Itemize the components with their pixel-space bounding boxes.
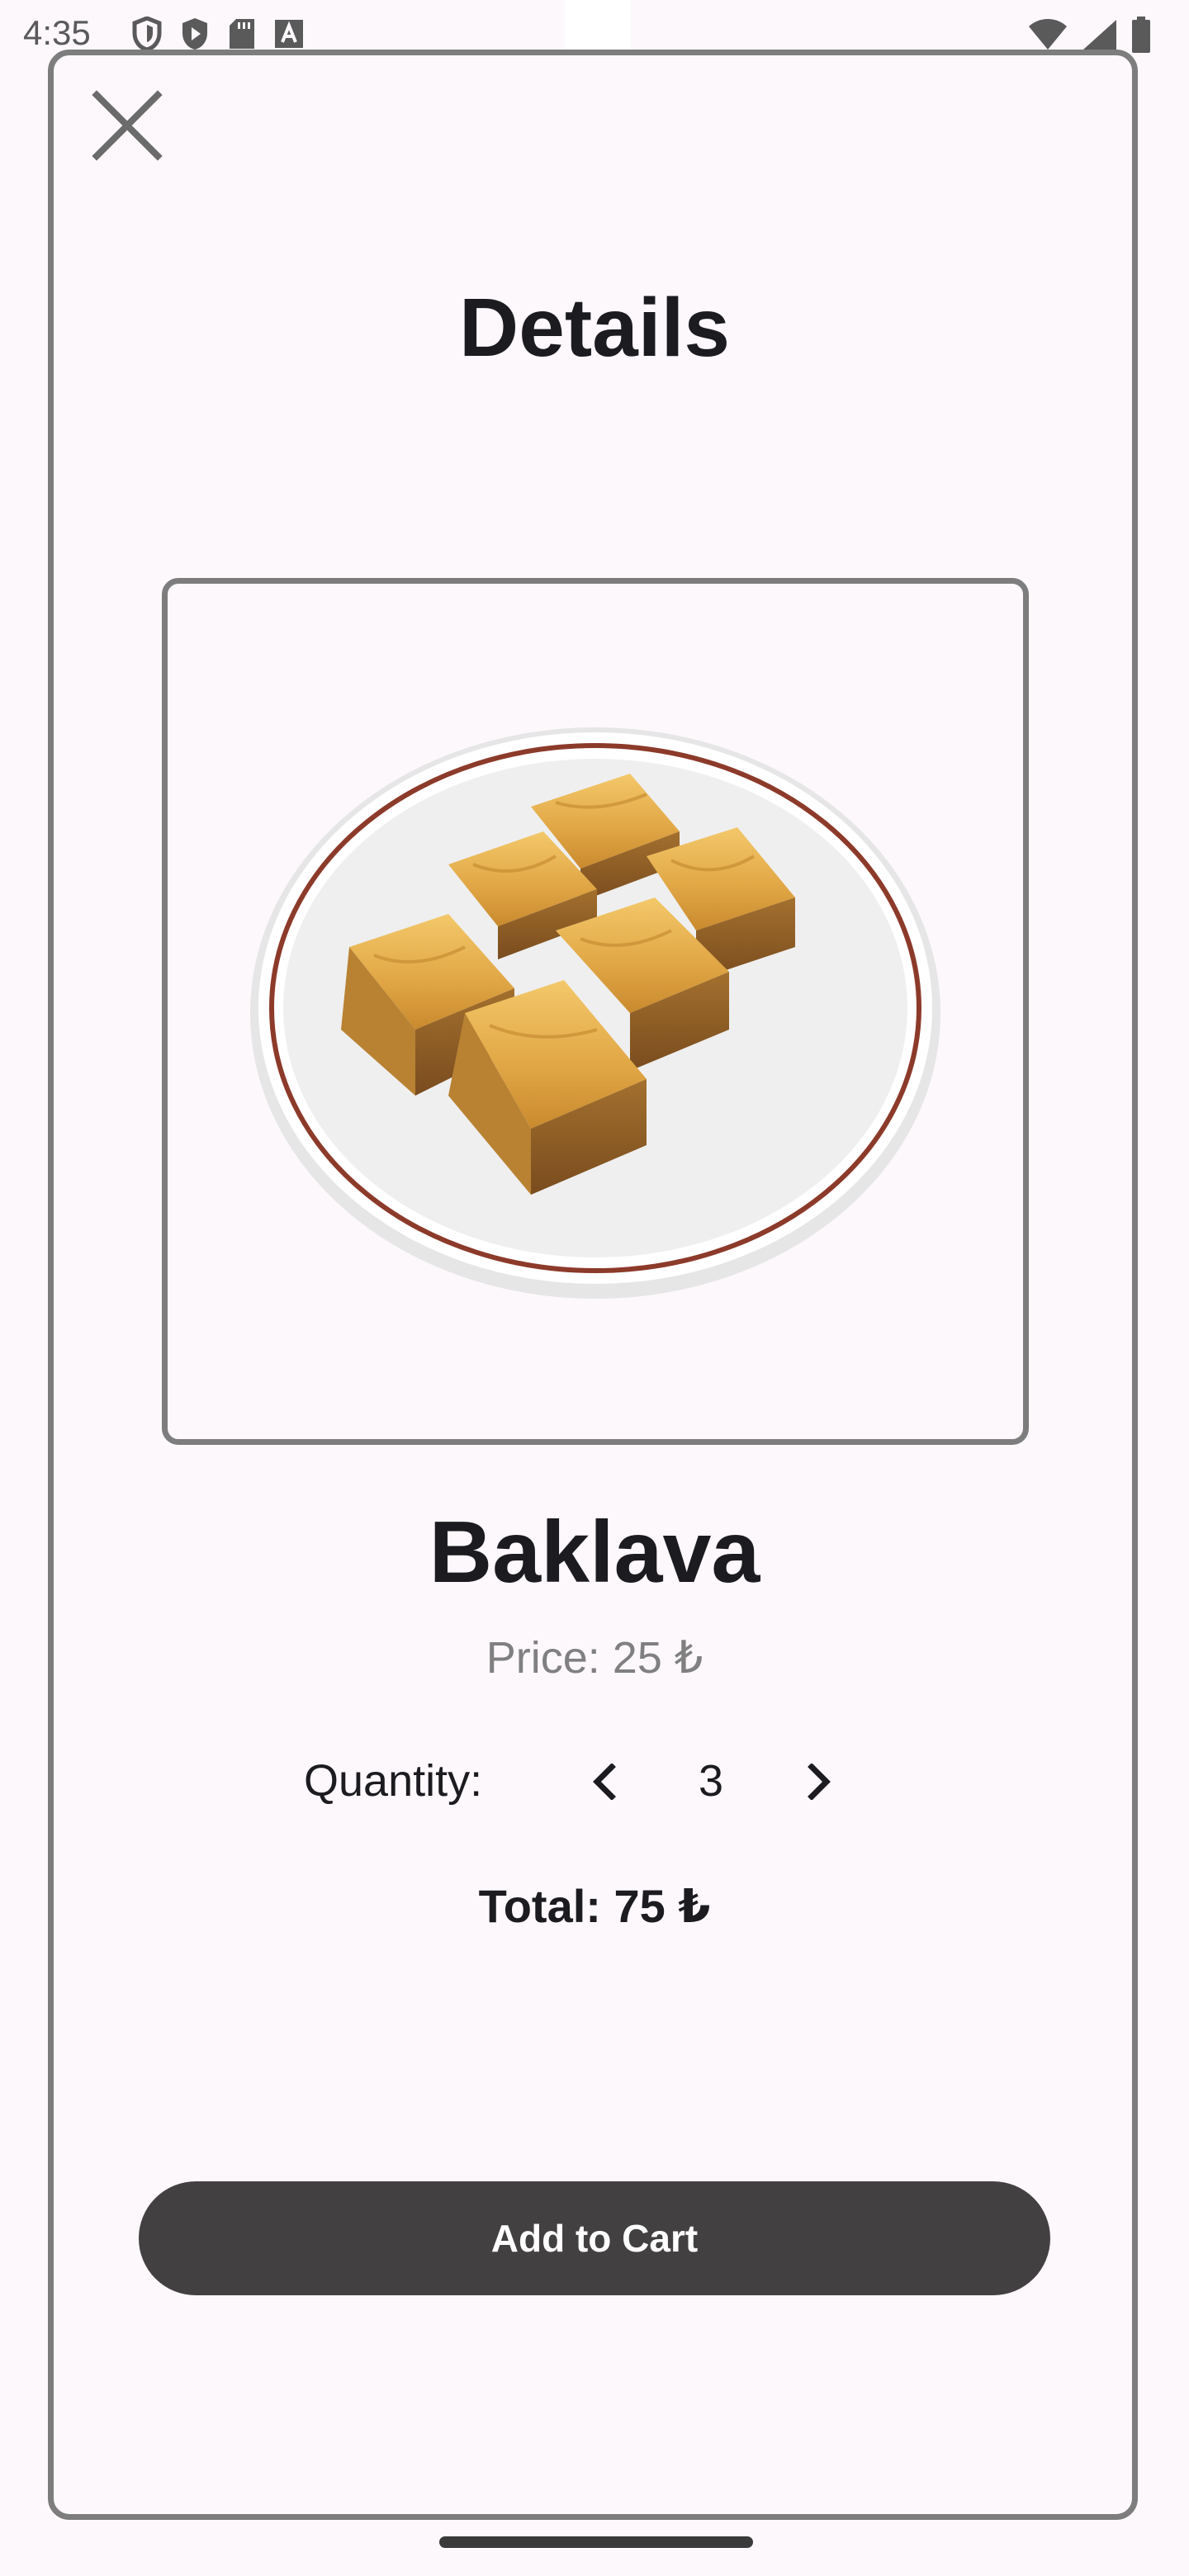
font-a-icon bbox=[274, 19, 304, 53]
home-indicator[interactable] bbox=[439, 2536, 753, 2548]
decrease-quantity-button[interactable] bbox=[578, 1750, 631, 1816]
add-to-cart-button[interactable]: Add to Cart bbox=[139, 2181, 1050, 2295]
status-time: 4:35 bbox=[23, 13, 91, 52]
close-button[interactable] bbox=[86, 86, 168, 168]
baklava-image bbox=[250, 727, 940, 1299]
total-price: Total: 75 ₺ bbox=[478, 1880, 711, 1932]
product-image-frame bbox=[162, 578, 1029, 1445]
chevron-right-icon bbox=[805, 1762, 833, 1804]
product-name: Baklava bbox=[429, 1503, 760, 1601]
close-icon bbox=[92, 89, 163, 165]
increase-quantity-button[interactable] bbox=[793, 1750, 846, 1816]
quantity-label: Quantity: bbox=[304, 1756, 483, 1806]
battery-icon bbox=[1131, 17, 1151, 57]
quantity-value: 3 bbox=[698, 1756, 724, 1806]
product-price: Price: 25 ₺ bbox=[486, 1633, 703, 1683]
details-screen: 4:35 Details Baklava Price: 25 ₺ Quantit… bbox=[0, 0, 1189, 2576]
page-title: Details bbox=[459, 282, 730, 374]
quantity-stepper: Quantity: 3 bbox=[0, 1750, 1189, 1816]
chevron-left-icon bbox=[590, 1762, 618, 1804]
